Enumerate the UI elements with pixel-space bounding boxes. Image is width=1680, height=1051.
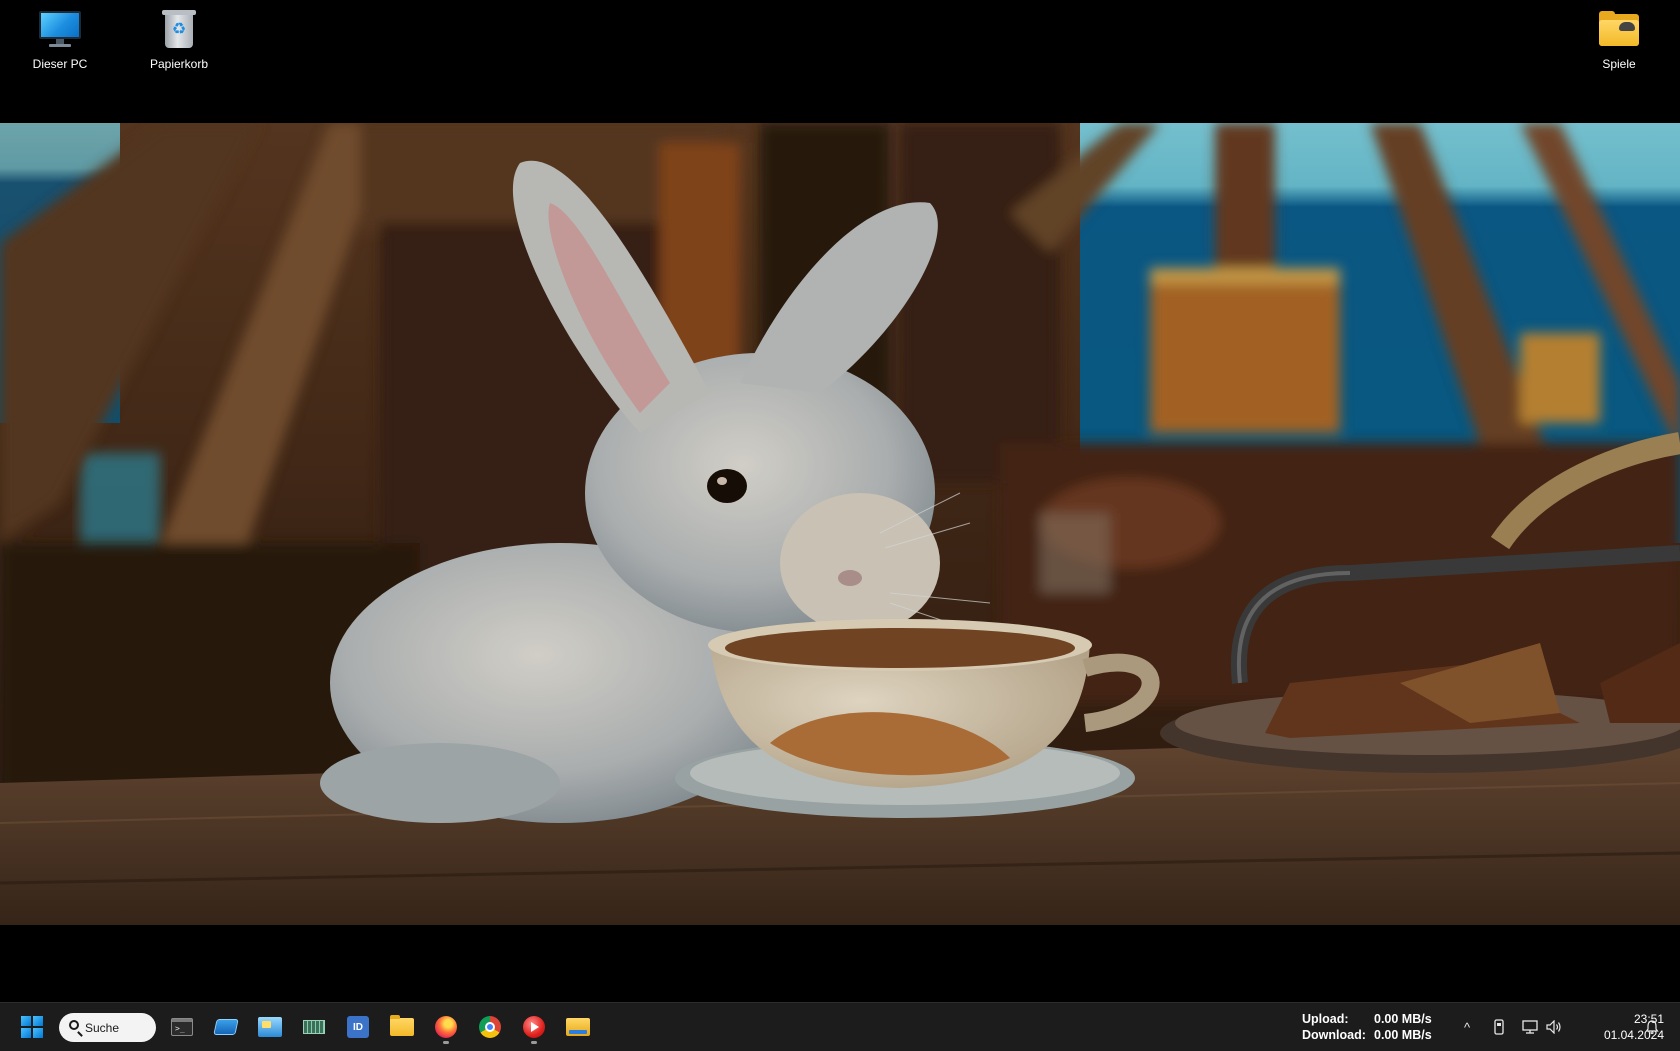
taskbar-app-media-player[interactable]: [516, 1009, 552, 1045]
wallpaper-scene: [0, 123, 1680, 925]
windows-start-icon: [21, 1016, 43, 1038]
network-speed-meter[interactable]: Upload: 0.00 MB/s Download: 0.00 MB/s: [1302, 1011, 1432, 1043]
network-icon: [1522, 1020, 1538, 1034]
bell-icon: [1645, 1019, 1659, 1034]
control-panel-icon: [258, 1017, 282, 1037]
taskbar-app-disk-tool[interactable]: [208, 1009, 244, 1045]
running-indicator: [531, 1041, 537, 1044]
memory-icon: [303, 1020, 325, 1034]
upload-label: Upload:: [1302, 1012, 1349, 1026]
media-player-icon: [523, 1016, 545, 1038]
taskbar-app-firefox[interactable]: [428, 1009, 464, 1045]
taskbar: Suche >_ ID Upload: 0.00 MB/s Download: …: [0, 1002, 1680, 1051]
taskbar-app-explorer[interactable]: [560, 1009, 596, 1045]
tray-overflow-button[interactable]: ^: [1457, 1017, 1477, 1037]
taskbar-app-memory-tool[interactable]: [296, 1009, 332, 1045]
desktop-icon-papierkorb[interactable]: ♻ Papierkorb: [129, 8, 229, 78]
recycle-bin-icon: ♻: [157, 8, 201, 50]
usb-icon: [1494, 1019, 1504, 1035]
taskbar-app-chrome[interactable]: [472, 1009, 508, 1045]
start-button[interactable]: [14, 1009, 50, 1045]
taskbar-app-control-panel[interactable]: [252, 1009, 288, 1045]
search-box[interactable]: Suche: [59, 1013, 156, 1042]
id-card-icon: ID: [347, 1016, 369, 1038]
desktop-icon-spiele[interactable]: Spiele: [1569, 8, 1669, 78]
terminal-icon: >_: [171, 1018, 193, 1036]
desktop-wallpaper: [0, 123, 1680, 925]
taskbar-app-id-app[interactable]: ID: [340, 1009, 376, 1045]
tray-network[interactable]: [1520, 1017, 1540, 1037]
desktop-icon-label: Papierkorb: [149, 57, 209, 71]
disk-icon: [213, 1019, 239, 1035]
taskbar-app-terminal[interactable]: >_: [164, 1009, 200, 1045]
monitor-icon: [38, 8, 82, 50]
chevron-up-icon: ^: [1463, 1019, 1471, 1035]
explorer-icon: [566, 1018, 590, 1036]
upload-value: 0.00 MB/s: [1374, 1012, 1432, 1026]
desktop-icon-label: Spiele: [1602, 57, 1636, 71]
search-placeholder: Suche: [85, 1020, 120, 1035]
desktop-icon-label: Dieser PC: [32, 57, 88, 71]
desktop-icon-dieser-pc[interactable]: Dieser PC: [10, 8, 110, 78]
search-icon: [69, 1020, 79, 1030]
folder-icon: [390, 1015, 414, 1036]
folder-icon: [1597, 8, 1641, 50]
chrome-icon: [479, 1016, 501, 1038]
taskbar-app-file-explorer[interactable]: [384, 1009, 420, 1045]
tray-usb[interactable]: [1489, 1017, 1509, 1037]
download-label: Download:: [1302, 1028, 1366, 1042]
firefox-icon: [435, 1016, 457, 1038]
download-value: 0.00 MB/s: [1374, 1028, 1432, 1042]
notification-center-button[interactable]: [1642, 1017, 1662, 1037]
running-indicator: [443, 1041, 449, 1044]
